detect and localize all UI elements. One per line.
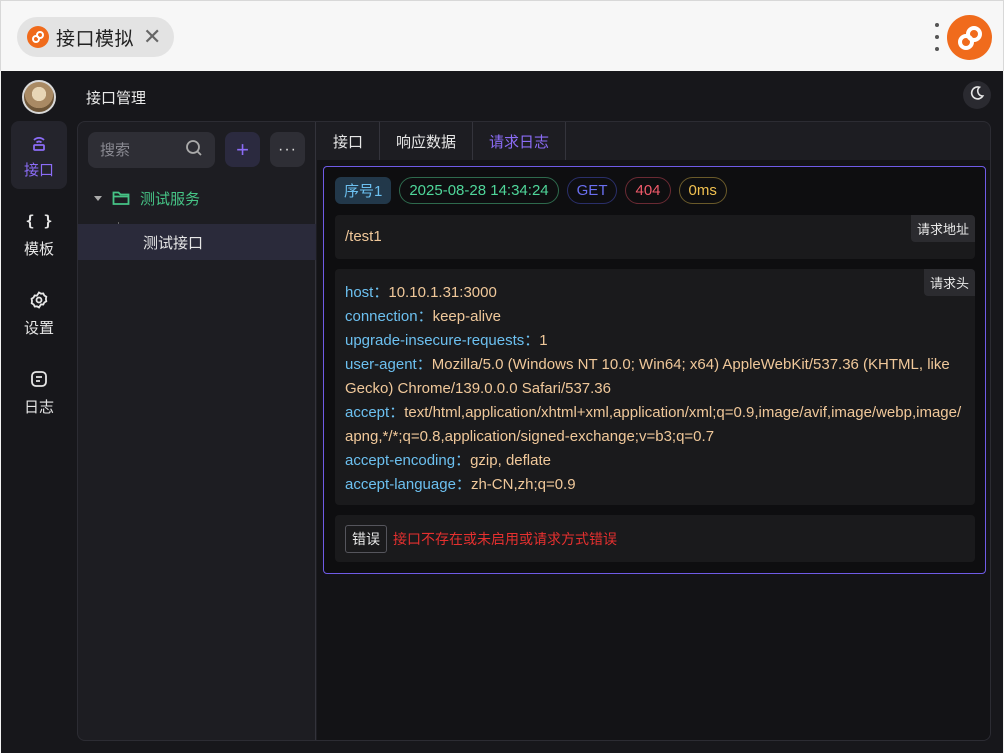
header-key: connection xyxy=(345,308,418,325)
app-tab-title: 接口模拟 xyxy=(56,28,135,50)
header-line: accept：text/html,application/xhtml+xml,a… xyxy=(345,401,965,449)
app-tab[interactable]: 接口模拟 ✕ xyxy=(17,17,174,57)
method-badge: GET xyxy=(566,177,618,204)
tab-response-data[interactable]: 响应数据 xyxy=(380,122,474,160)
seq-badge: 序号1 xyxy=(335,177,392,204)
header-key: host xyxy=(345,284,374,301)
header-line: upgrade-insecure-requests：1 xyxy=(345,329,965,353)
request-headers-box: 请求头 host：10.10.1.31:3000 connection：keep… xyxy=(335,269,975,505)
header-value: gzip, deflate xyxy=(470,452,551,469)
error-message: 接口不存在或未启用或请求方式错误 xyxy=(393,530,617,547)
header-key: accept-language xyxy=(345,476,456,493)
header-value: keep-alive xyxy=(432,308,501,325)
header-line: user-agent：Mozilla/5.0 (Windows NT 10.0;… xyxy=(345,353,965,401)
header-value: zh-CN,zh;q=0.9 xyxy=(470,476,576,493)
header-key: upgrade-insecure-requests xyxy=(345,332,525,349)
tree-folder-item[interactable]: 测试服务 xyxy=(78,180,316,216)
nav-item-template[interactable]: { } 模板 xyxy=(11,200,67,268)
close-icon[interactable]: ✕ xyxy=(143,26,161,48)
nav-item-label: 日志 xyxy=(23,398,54,416)
header-separator: ： xyxy=(417,308,433,325)
request-headers-tag: 请求头 xyxy=(923,269,975,296)
header-key: accept xyxy=(345,404,390,421)
header-key: user-agent xyxy=(345,356,417,373)
window-titlebar: 接口模拟 ✕ xyxy=(0,0,1004,71)
tab-interface[interactable]: 接口 xyxy=(317,122,381,160)
header-value: 10.10.1.31:3000 xyxy=(388,284,497,301)
folder-icon xyxy=(112,190,130,206)
moon-icon xyxy=(969,85,985,106)
nav-item-label: 接口 xyxy=(23,161,54,179)
add-button[interactable]: + xyxy=(225,132,260,167)
header-line: host：10.10.1.31:3000 xyxy=(345,281,965,305)
theme-toggle-button[interactable] xyxy=(963,81,991,109)
gear-icon xyxy=(30,289,48,311)
api-tree-pane: + ··· 测试服务 测试接口 xyxy=(78,122,316,740)
tab-request-log[interactable]: 请求日志 xyxy=(473,122,567,160)
sidebar: 接口 { } 模板 设置 日志 xyxy=(1,71,77,753)
status-badge: 404 xyxy=(625,177,671,204)
header-line: accept-language：zh-CN,zh;q=0.9 xyxy=(345,473,965,497)
broadcast-icon xyxy=(29,131,49,153)
brand-logo-icon xyxy=(947,15,992,60)
request-url-box: /test1 请求地址 xyxy=(335,215,975,259)
header-value: text/html,application/xhtml+xml,applicat… xyxy=(345,404,962,445)
nav-item-label: 模板 xyxy=(23,240,54,258)
braces-icon: { } xyxy=(25,211,53,230)
log-list: 序号1 2025-08-28 14:34:24 GET 404 0ms /tes… xyxy=(317,160,990,740)
content-pane: 接口 响应数据 请求日志 序号1 2025-08-28 14:34:24 GET… xyxy=(317,122,990,740)
main-panel: + ··· 测试服务 测试接口 接口 响应数据 请求日志 xyxy=(77,121,991,741)
request-url-tag: 请求地址 xyxy=(910,215,975,242)
page-title: 接口管理 xyxy=(86,90,147,107)
log-entry-card: 序号1 2025-08-28 14:34:24 GET 404 0ms /tes… xyxy=(323,166,986,574)
log-meta-row: 序号1 2025-08-28 14:34:24 GET 404 0ms xyxy=(335,177,727,204)
tree-folder-label: 测试服务 xyxy=(140,190,201,208)
caret-down-icon[interactable] xyxy=(94,195,102,201)
tree-leaf-item[interactable]: 测试接口 xyxy=(78,224,316,260)
search-icon[interactable] xyxy=(185,139,203,162)
log-icon xyxy=(30,368,48,390)
error-tag: 错误 xyxy=(345,524,387,553)
search-input[interactable] xyxy=(100,141,180,159)
nav-item-log[interactable]: 日志 xyxy=(11,358,67,426)
timestamp-badge: 2025-08-28 14:34:24 xyxy=(399,177,559,204)
header-line: accept-encoding：gzip, deflate xyxy=(345,449,965,473)
request-url: /test1 xyxy=(345,228,382,245)
header-value: 1 xyxy=(539,332,548,349)
duration-badge: 0ms xyxy=(678,177,727,204)
more-button[interactable]: ··· xyxy=(270,132,305,167)
tree-leaf-label: 测试接口 xyxy=(143,234,204,252)
app-logo-icon xyxy=(27,26,49,48)
nav-item-settings[interactable]: 设置 xyxy=(11,279,67,347)
header-separator: ： xyxy=(389,404,405,421)
header-key: accept-encoding xyxy=(345,452,456,469)
header-value: Mozilla/5.0 (Windows NT 10.0; Win64; x64… xyxy=(345,356,950,397)
avatar[interactable] xyxy=(22,80,56,114)
tab-bar: 接口 响应数据 请求日志 xyxy=(317,122,567,160)
header-separator: ： xyxy=(455,476,471,493)
search-box[interactable] xyxy=(88,132,215,168)
app-window: 接口 { } 模板 设置 日志 接口管理 搜索 + ··· 测试服务 测试接口 … xyxy=(1,71,1003,753)
error-box: 错误 接口不存在或未启用或请求方式错误 xyxy=(335,515,975,562)
header-separator: ： xyxy=(416,356,432,373)
header-separator: ： xyxy=(524,332,540,349)
nav-item-interface[interactable]: 接口 xyxy=(11,121,67,189)
more-vertical-icon[interactable] xyxy=(933,23,941,51)
header-line: connection：keep-alive xyxy=(345,305,965,329)
header-separator: ： xyxy=(455,452,471,469)
nav-item-label: 设置 xyxy=(23,319,54,337)
header-separator: ： xyxy=(373,284,389,301)
